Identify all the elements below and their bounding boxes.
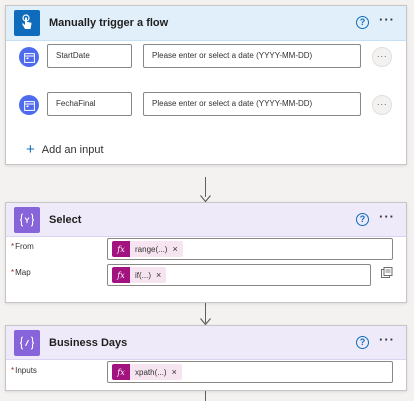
inputs-field[interactable]: fx xpath(...) ×	[107, 361, 393, 383]
trigger-title: Manually trigger a flow	[49, 17, 169, 29]
fx-icon: fx	[112, 364, 130, 380]
input-name-field[interactable]: FechaFinal	[47, 92, 132, 116]
expression-token[interactable]: fx range(...) ×	[112, 241, 183, 257]
token-label: range(...)	[135, 244, 168, 254]
input-more-button[interactable]: ···	[372, 95, 392, 115]
trigger-more-menu-button[interactable]: ···	[376, 12, 398, 32]
help-icon[interactable]: ?	[356, 213, 369, 226]
from-label: *From	[11, 242, 34, 251]
fx-icon: fx	[112, 267, 130, 283]
business-days-more-menu-button[interactable]: ···	[376, 332, 398, 352]
trigger-card-header[interactable]: Manually trigger a flow ? ···	[6, 6, 406, 41]
data-operation-curly-icon	[14, 330, 40, 356]
plus-icon: +	[26, 141, 35, 158]
token-label: xpath(...)	[135, 367, 167, 377]
remove-token-button[interactable]: ×	[172, 244, 177, 254]
inputs-label: *Inputs	[11, 366, 37, 375]
fx-icon: fx	[112, 241, 130, 257]
add-input-label: Add an input	[41, 144, 104, 156]
from-field[interactable]: fx range(...) ×	[107, 238, 393, 260]
expression-token[interactable]: fx xpath(...) ×	[112, 364, 182, 380]
date-value-field[interactable]: Please enter or select a date (YYYY-MM-D…	[143, 92, 361, 116]
business-days-title: Business Days	[49, 337, 128, 349]
add-input-button[interactable]: + Add an input	[26, 141, 104, 158]
connector-line	[205, 177, 206, 197]
select-card-header[interactable]: Select ? ···	[6, 203, 406, 237]
required-mark: *	[11, 242, 15, 251]
business-days-card-header[interactable]: Business Days ? ···	[6, 326, 406, 360]
touch-hand-icon	[14, 10, 40, 36]
calendar-icon	[19, 95, 39, 115]
map-label: *Map	[11, 268, 31, 277]
trigger-input-row: FechaFinal Please enter or select a date…	[6, 92, 406, 118]
select-title: Select	[49, 214, 82, 226]
date-value-field[interactable]: Please enter or select a date (YYYY-MM-D…	[143, 44, 361, 68]
input-more-button[interactable]: ···	[372, 47, 392, 67]
remove-token-button[interactable]: ×	[156, 270, 161, 280]
remove-token-button[interactable]: ×	[172, 367, 177, 377]
help-icon[interactable]: ?	[356, 16, 369, 29]
trigger-card[interactable]: Manually trigger a flow ? ··· StartDate …	[5, 5, 407, 165]
select-more-menu-button[interactable]: ···	[376, 209, 398, 229]
map-field[interactable]: fx if(...) ×	[107, 264, 371, 286]
connector-line	[205, 391, 206, 401]
required-mark: *	[11, 268, 15, 277]
token-label: if(...)	[135, 270, 151, 280]
calendar-icon	[19, 47, 39, 67]
data-operation-curly-icon	[14, 207, 40, 233]
expression-token[interactable]: fx if(...) ×	[112, 267, 167, 283]
trigger-input-row: StartDate Please enter or select a date …	[6, 44, 406, 70]
input-name-field[interactable]: StartDate	[47, 44, 132, 68]
switch-to-text-mode-icon[interactable]	[381, 267, 393, 279]
help-icon[interactable]: ?	[356, 336, 369, 349]
required-mark: *	[11, 366, 15, 375]
